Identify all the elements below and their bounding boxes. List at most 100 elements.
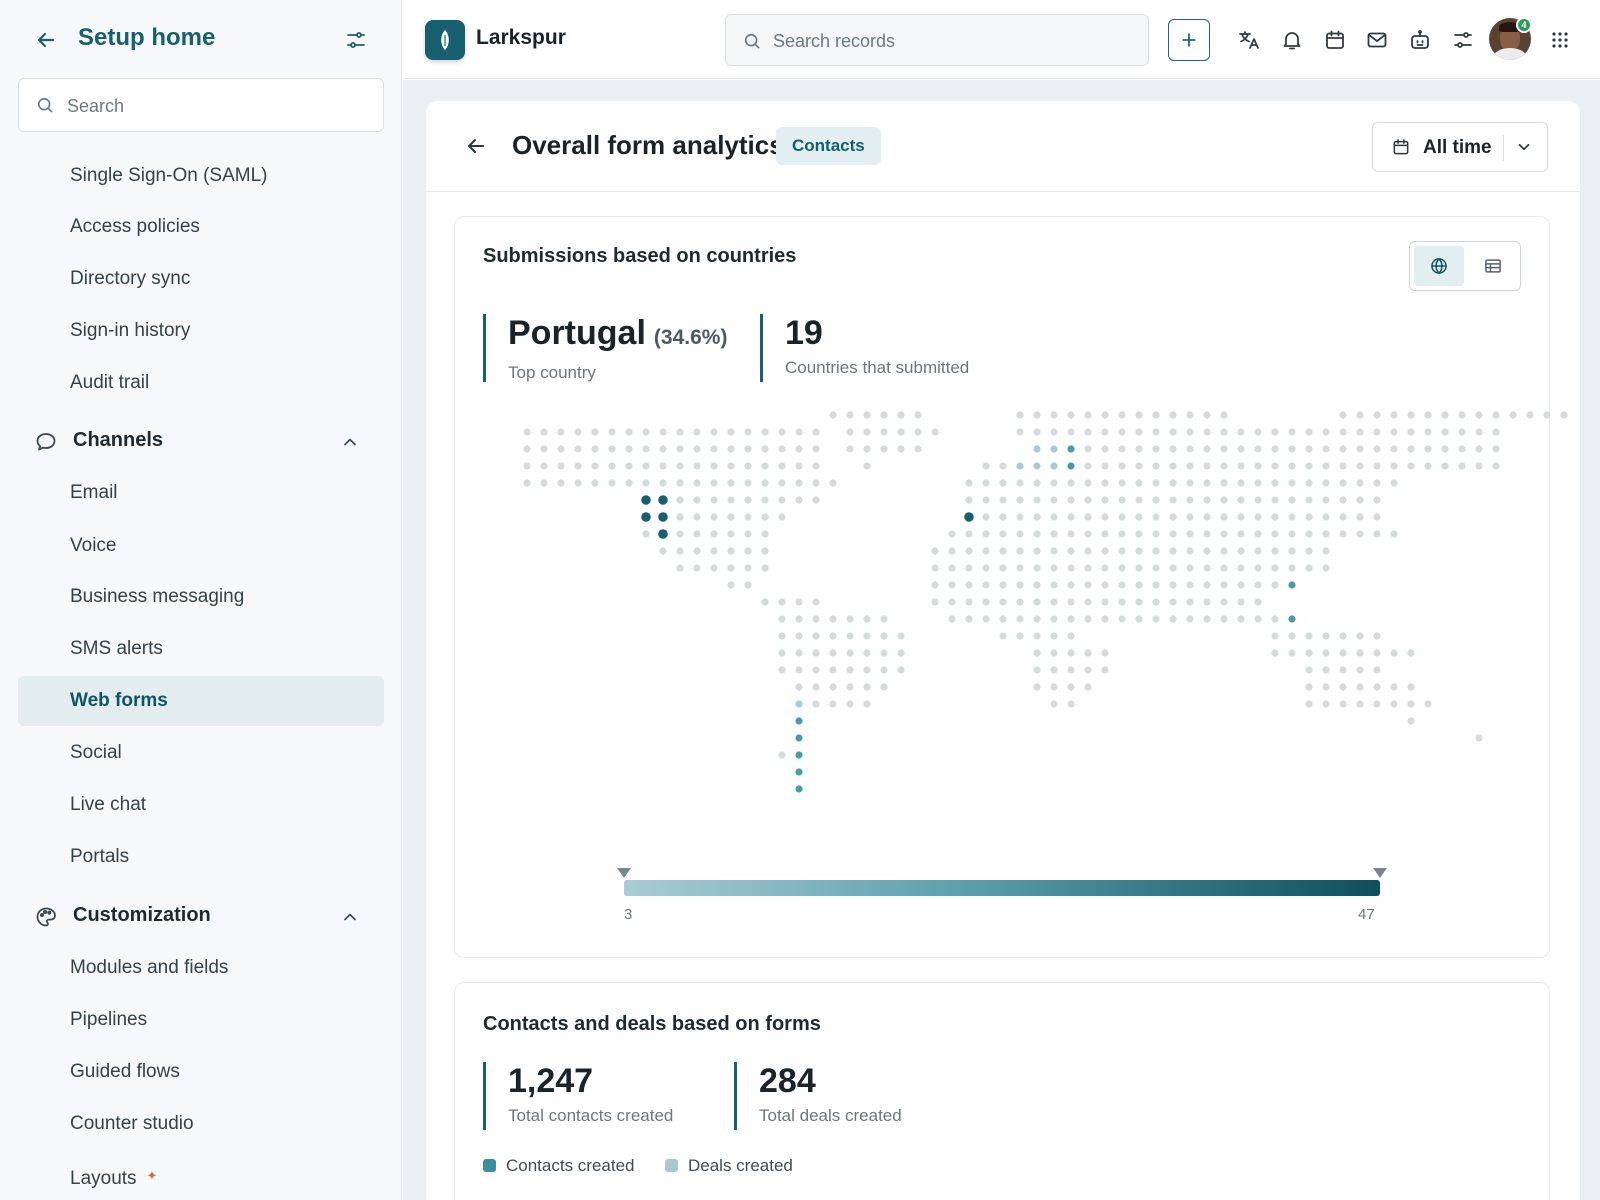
map-dot	[1135, 479, 1143, 487]
map-dot	[1237, 462, 1245, 470]
map-dot	[1254, 462, 1262, 470]
map-dot	[1339, 496, 1347, 504]
legend-item-contacts[interactable]: Contacts created	[483, 1156, 635, 1176]
map-dot	[829, 683, 837, 691]
map-dot	[1067, 462, 1075, 470]
map-dot	[948, 615, 956, 623]
map-dot	[761, 564, 769, 572]
map-dot	[1356, 666, 1364, 674]
map-dot	[1101, 564, 1109, 572]
map-dot	[1135, 428, 1143, 436]
map-dot	[778, 445, 786, 453]
map-dot	[982, 564, 990, 572]
map-dot	[948, 598, 956, 606]
map-dot	[1203, 496, 1211, 504]
map-dot	[1101, 462, 1109, 470]
map-dot	[1203, 428, 1211, 436]
map-dot	[1084, 479, 1092, 487]
map-dot	[1016, 428, 1024, 436]
map-dot	[1067, 632, 1075, 640]
map-dot	[727, 462, 735, 470]
map-dot	[1050, 411, 1058, 419]
map-dot	[795, 428, 803, 436]
map-dot	[676, 445, 684, 453]
map-dot	[1118, 513, 1126, 521]
map-dot	[999, 496, 1007, 504]
map-dot	[965, 496, 973, 504]
map-dot	[1220, 581, 1228, 589]
panel-title: Contacts and deals based on forms	[483, 1013, 821, 1035]
map-dot	[880, 649, 888, 657]
map-dot	[1288, 496, 1296, 504]
map-dot	[795, 734, 803, 742]
map-dot	[625, 428, 633, 436]
map-dot	[1169, 615, 1177, 623]
map-dot	[642, 479, 650, 487]
map-dot	[1288, 547, 1296, 555]
legend-item-deals[interactable]: Deals created	[665, 1156, 793, 1176]
map-dot	[1169, 564, 1177, 572]
map-dot	[1373, 428, 1381, 436]
map-dot	[1118, 615, 1126, 623]
map-dot	[676, 479, 684, 487]
map-dot	[1084, 581, 1092, 589]
map-dot	[591, 479, 599, 487]
map-dot	[863, 700, 871, 708]
map-dot	[676, 462, 684, 470]
map-dot	[1373, 530, 1381, 538]
map-dot	[863, 462, 871, 470]
map-dot	[1509, 411, 1517, 419]
map-dot	[1050, 615, 1058, 623]
legend-swatch	[665, 1159, 678, 1172]
map-dot	[1050, 632, 1058, 640]
map-dot	[1305, 479, 1313, 487]
map-dot	[1186, 581, 1194, 589]
map-dot	[761, 530, 769, 538]
map-dot	[1356, 513, 1364, 521]
map-dot	[846, 445, 854, 453]
map-dot	[1084, 445, 1092, 453]
map-dot	[1305, 445, 1313, 453]
map-dot	[846, 428, 854, 436]
map-dot	[710, 564, 718, 572]
map-dot	[642, 428, 650, 436]
map-dot	[676, 530, 684, 538]
map-dot	[1084, 411, 1092, 419]
map-dot	[846, 411, 854, 419]
map-dot	[625, 479, 633, 487]
map-dot	[1271, 513, 1279, 521]
map-dot	[1322, 632, 1330, 640]
map-dot	[1084, 513, 1092, 521]
map-dot	[658, 529, 668, 539]
map-dot	[1118, 428, 1126, 436]
map-dot	[1186, 615, 1194, 623]
map-dot	[727, 530, 735, 538]
map-dot	[1322, 496, 1330, 504]
map-dot	[1186, 598, 1194, 606]
legend-label: Deals created	[688, 1156, 793, 1175]
map-dot	[982, 496, 990, 504]
map-dot	[608, 428, 616, 436]
map-dot	[1407, 683, 1415, 691]
map-dot	[1067, 513, 1075, 521]
map-dot	[676, 496, 684, 504]
map-dot	[1050, 445, 1058, 453]
map-dot	[1203, 445, 1211, 453]
map-dot	[1101, 530, 1109, 538]
map-dot	[1050, 666, 1058, 674]
map-dot	[965, 581, 973, 589]
map-dot	[744, 513, 752, 521]
map-dot	[1220, 462, 1228, 470]
map-dot	[1135, 411, 1143, 419]
map-dot	[778, 632, 786, 640]
map-dot	[1288, 649, 1296, 657]
map-dot	[914, 428, 922, 436]
map-dot	[1016, 632, 1024, 640]
map-dot	[574, 479, 582, 487]
map-dot	[1339, 683, 1347, 691]
map-dot	[1186, 564, 1194, 572]
map-dot	[1271, 496, 1279, 504]
map-dot	[846, 700, 854, 708]
map-dot	[642, 445, 650, 453]
map-dot	[897, 632, 905, 640]
